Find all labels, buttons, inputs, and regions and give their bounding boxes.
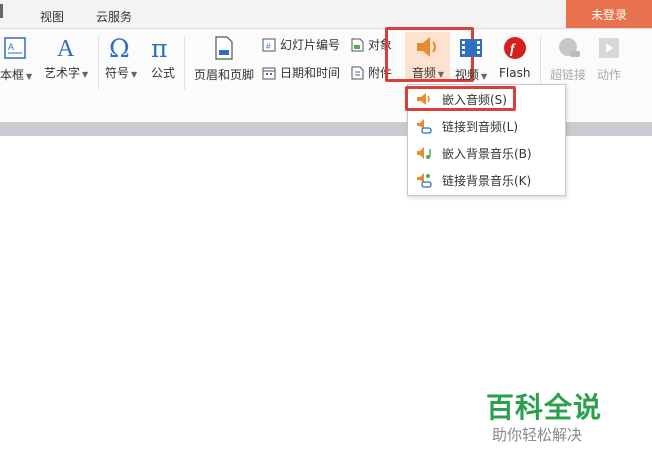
globe-link-icon bbox=[559, 38, 580, 57]
menu-item-label: 链接到音频(L) bbox=[442, 119, 519, 134]
svg-text:A: A bbox=[57, 36, 75, 60]
partial-tab-edge bbox=[0, 4, 3, 18]
attachment-icon bbox=[351, 66, 364, 79]
chevron-down-icon: ▼ bbox=[26, 72, 33, 81]
embed-audio-highlight-box bbox=[405, 86, 516, 111]
textbox-tool[interactable]: A 本框 ▼ bbox=[0, 36, 32, 83]
ribbon-separator bbox=[98, 36, 99, 90]
omega-icon: Ω bbox=[109, 34, 130, 60]
chevron-down-icon: ▼ bbox=[82, 70, 89, 79]
video-label: 视频 bbox=[455, 68, 480, 82]
ribbon-separator bbox=[184, 36, 185, 90]
pi-icon: π bbox=[151, 34, 167, 60]
video-tool[interactable]: 视频 ▼ bbox=[455, 36, 487, 83]
slide-number-label: 幻灯片编号 bbox=[280, 38, 341, 52]
tab-cloud-service[interactable]: 云服务 bbox=[96, 8, 132, 25]
wordart-tool[interactable]: A 艺术字 ▼ bbox=[44, 34, 88, 81]
formula-label: 公式 bbox=[150, 66, 175, 80]
flash-tool[interactable]: f Flash bbox=[499, 36, 530, 80]
film-icon bbox=[460, 39, 483, 57]
music-link-icon bbox=[417, 173, 432, 188]
svg-text:#: # bbox=[266, 42, 271, 51]
symbol-label: 符号 bbox=[105, 66, 130, 80]
datetime-tool[interactable]: 日期和时间 bbox=[262, 64, 340, 81]
header-footer-label: 页眉和页脚 bbox=[194, 68, 255, 82]
textbox-icon: A bbox=[4, 37, 26, 59]
login-button[interactable]: 未登录 bbox=[566, 0, 652, 28]
slide-number-icon: # bbox=[262, 38, 276, 51]
slide-number-tool[interactable]: # 幻灯片编号 bbox=[262, 36, 340, 53]
watermark-subtitle: 助你轻松解决 bbox=[492, 426, 583, 444]
textbox-label: 本框 bbox=[0, 68, 25, 82]
flash-label: Flash bbox=[499, 66, 531, 80]
action-label: 动作 bbox=[596, 68, 621, 82]
ribbon-separator bbox=[540, 36, 541, 90]
watermark-title: 百科全说 bbox=[486, 391, 603, 424]
menu-item-link-audio[interactable]: 链接到音频(L) bbox=[408, 113, 565, 139]
menu-item-embed-bgm[interactable]: 嵌入背景音乐(B) bbox=[408, 140, 565, 166]
wordart-icon: A bbox=[57, 36, 75, 60]
symbol-tool[interactable]: Ω 符号 ▼ bbox=[105, 34, 137, 81]
menu-item-label: 嵌入背景音乐(B) bbox=[442, 146, 532, 161]
menu-item-link-bgm[interactable]: 链接背景音乐(K) bbox=[408, 167, 565, 193]
svg-text:A: A bbox=[8, 42, 14, 52]
hyperlink-label: 超链接 bbox=[550, 68, 587, 82]
object-icon bbox=[351, 38, 364, 51]
tab-view[interactable]: 视图 bbox=[40, 8, 64, 25]
chevron-down-icon: ▼ bbox=[481, 72, 488, 81]
chevron-down-icon: ▼ bbox=[131, 70, 138, 79]
hyperlink-tool[interactable]: 超链接 bbox=[550, 36, 586, 83]
play-icon bbox=[599, 38, 619, 58]
action-tool[interactable]: 动作 bbox=[596, 36, 622, 83]
calendar-icon bbox=[262, 67, 276, 79]
speaker-link-icon bbox=[417, 119, 432, 134]
flash-icon: f bbox=[503, 37, 526, 59]
menu-tab-bar: 视图 云服务 未登录 bbox=[0, 0, 652, 29]
datetime-label: 日期和时间 bbox=[280, 66, 341, 80]
menu-item-label: 链接背景音乐(K) bbox=[442, 173, 532, 188]
svg-text:π: π bbox=[151, 34, 167, 60]
document-page-icon bbox=[215, 36, 233, 60]
svg-text:Ω: Ω bbox=[109, 34, 130, 60]
formula-tool[interactable]: π 公式 bbox=[150, 34, 176, 81]
wordart-label: 艺术字 bbox=[44, 66, 81, 80]
header-footer-tool[interactable]: 页眉和页脚 bbox=[194, 36, 254, 83]
music-note-icon bbox=[417, 147, 431, 159]
